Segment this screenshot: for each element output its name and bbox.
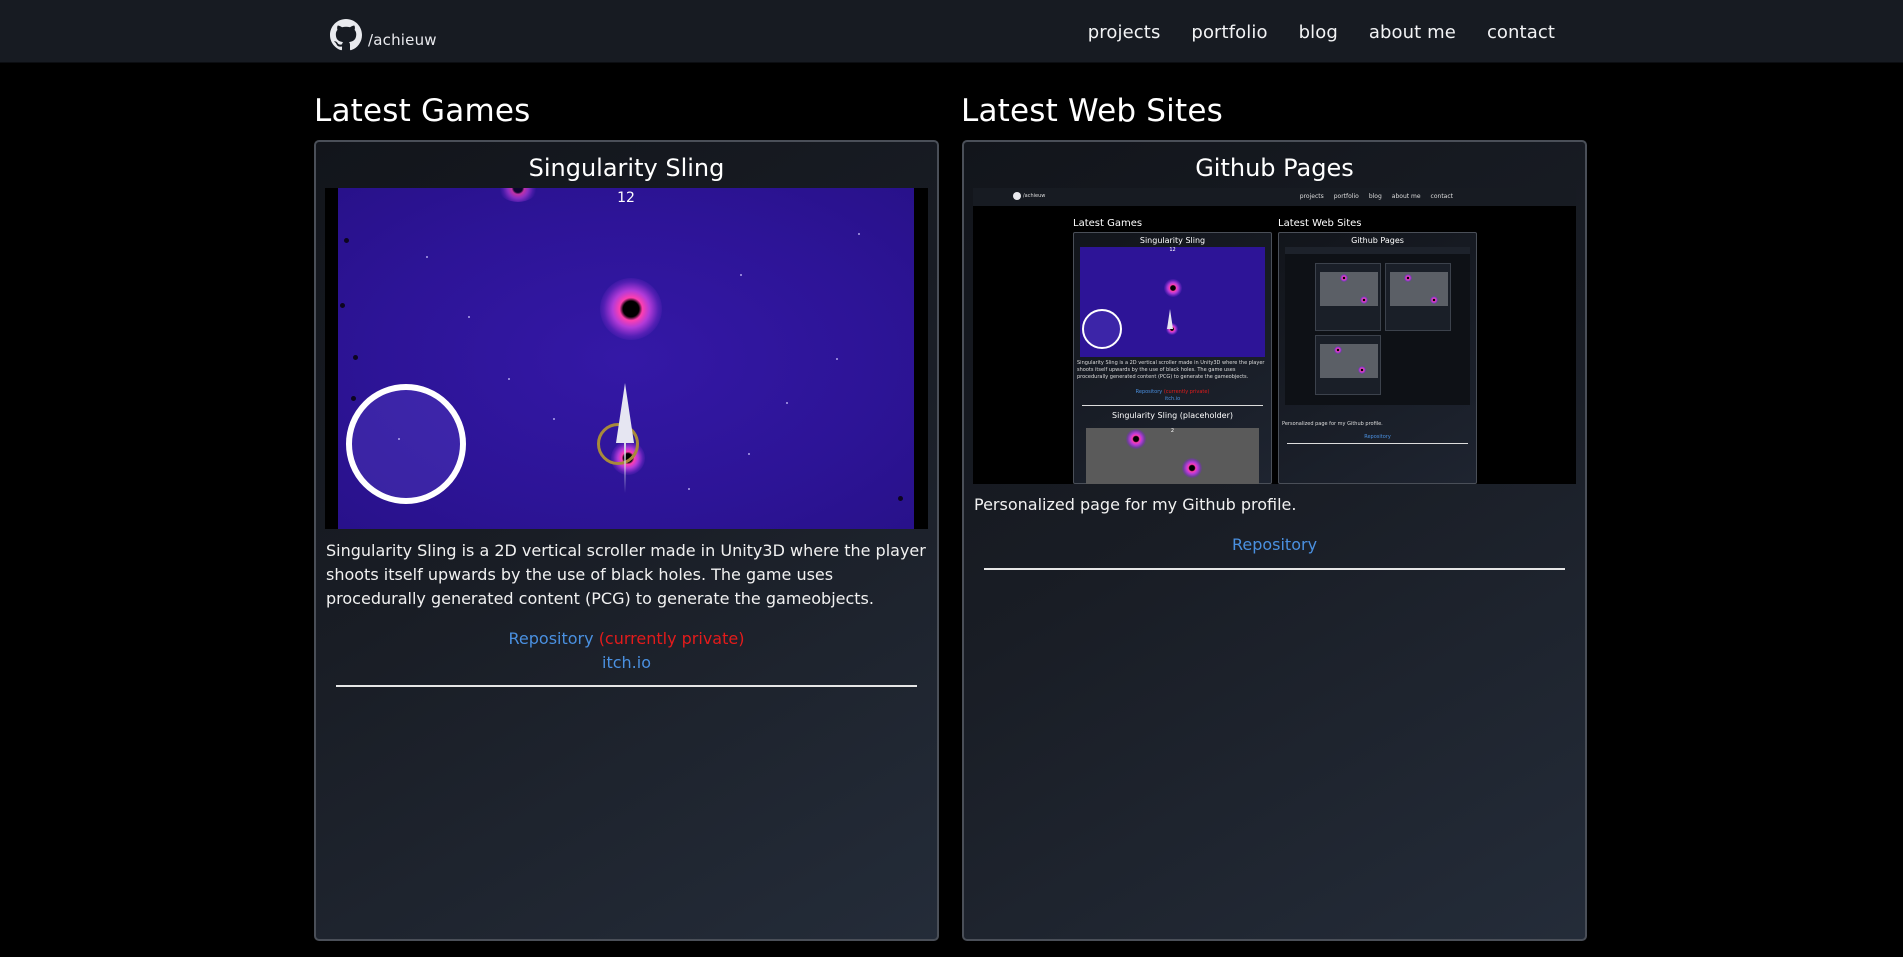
game-description: Singularity Sling is a 2D vertical scrol…	[326, 541, 926, 608]
nested-black-hole	[1340, 274, 1348, 282]
top-navbar: /achieuw projects portfolio blog about m…	[0, 0, 1903, 63]
game-card-title: Singularity Sling	[528, 154, 725, 182]
latest-games-heading: Latest Games	[314, 93, 531, 129]
star	[468, 316, 470, 318]
game-repository-link[interactable]: Repository	[509, 629, 594, 648]
nav-portfolio[interactable]: portfolio	[1191, 22, 1267, 43]
itch-io-link[interactable]: itch.io	[602, 653, 651, 672]
web-description: Personalized page for my Github profile.	[974, 495, 1297, 514]
preview-nav-item: contact	[1430, 193, 1453, 200]
ship-trail	[624, 443, 626, 493]
preview-github-icon	[1013, 192, 1021, 200]
nav-contact[interactable]: contact	[1487, 22, 1555, 43]
latest-web-sites-heading: Latest Web Sites	[961, 93, 1223, 129]
preview-private-note: (currently private)	[1163, 389, 1210, 395]
preview-nav-item: projects	[1299, 193, 1324, 200]
star	[688, 488, 690, 490]
game-score: 12	[617, 190, 635, 206]
preview-game-desc: Singularity Sling is a 2D vertical scrol…	[1077, 360, 1265, 380]
player-ship	[616, 383, 634, 443]
debris	[353, 355, 358, 360]
touch-joystick-ring	[346, 384, 466, 504]
preview-second-game-score: 2	[1170, 428, 1175, 434]
preview-nav-item: portfolio	[1333, 193, 1359, 200]
preview-ship	[1167, 309, 1173, 329]
github-profile-link[interactable]: /achieuw	[330, 17, 437, 51]
nested-black-hole	[1404, 274, 1412, 282]
preview-web-card-title: Github Pages	[1351, 236, 1404, 245]
debris	[344, 238, 349, 243]
preview-game-score: 12	[1169, 247, 1176, 253]
preview-game-card: Singularity Sling 12 Singularity Sling i…	[1073, 232, 1272, 484]
black-hole	[600, 278, 662, 340]
web-preview-image: /achieuw projects portfolio blog about m…	[973, 188, 1576, 484]
nav-blog[interactable]: blog	[1299, 22, 1338, 43]
preview-itch-link: itch.io	[1164, 396, 1181, 402]
preview-nav-item: about me	[1391, 193, 1421, 200]
preview-game-links: Repository (currently private)	[1074, 389, 1271, 395]
preview-second-game-title: Singularity Sling (placeholder)	[1111, 411, 1234, 420]
nested-second-image	[1320, 344, 1378, 378]
preview-nav-item: blog	[1368, 193, 1382, 200]
preview-brand: /achieuw	[1013, 192, 1045, 200]
game-preview-image: 12	[325, 188, 928, 529]
star	[553, 418, 555, 420]
star	[786, 402, 788, 404]
star	[858, 233, 860, 235]
private-note: (currently private)	[598, 629, 745, 648]
star	[508, 378, 510, 380]
web-links: Repository	[964, 533, 1585, 557]
preview-second-game-image: 2	[1086, 428, 1259, 484]
preview-web-repo: Repository	[1364, 434, 1391, 440]
nested-second-card	[1315, 335, 1381, 395]
preview-black-hole	[1182, 458, 1202, 478]
brand-label: /achieuw	[368, 31, 437, 49]
game-card-divider	[336, 685, 917, 687]
preview-repo-link: Repository	[1135, 389, 1163, 395]
nested-black-hole	[1358, 366, 1366, 374]
nested-navbar	[1285, 247, 1470, 254]
preview-web-heading: Latest Web Sites	[1278, 218, 1362, 229]
preview-web-divider	[1287, 443, 1468, 444]
nested-black-hole	[1334, 346, 1342, 354]
star	[426, 256, 428, 258]
web-repository-link[interactable]: Repository	[1232, 535, 1317, 554]
preview-nav-links: projects portfolio blog about me contact	[1300, 193, 1453, 200]
star	[398, 438, 400, 440]
star	[740, 274, 742, 276]
nested-black-hole	[1430, 296, 1438, 304]
web-card-divider	[984, 568, 1565, 570]
preview-web-card: Github Pages Personalized page for my Gi…	[1278, 232, 1477, 484]
game-card-singularity-sling: Singularity Sling 12 Singularity Sling i…	[314, 140, 939, 941]
preview-brand-label: /achieuw	[1023, 193, 1046, 199]
preview-web-desc: Personalized page for my Github profile.	[1282, 421, 1383, 427]
nested-game-image	[1320, 272, 1378, 306]
debris	[340, 303, 345, 308]
preview-touch-ring	[1082, 309, 1122, 349]
nested-web-image	[1390, 272, 1448, 306]
nested-web-card	[1385, 263, 1451, 331]
game-playfield: 12	[338, 188, 914, 529]
preview-black-hole	[1164, 279, 1182, 297]
preview-black-hole	[1126, 429, 1146, 449]
preview-game-image: 12	[1080, 247, 1265, 357]
game-links: Repository (currently private) itch.io	[316, 627, 937, 675]
debris	[351, 396, 356, 401]
nested-game-card	[1315, 263, 1381, 331]
star	[748, 453, 750, 455]
preview-divider	[1082, 405, 1263, 406]
preview-nested-site	[1285, 247, 1470, 405]
web-card-github-pages: Github Pages /achieuw projects portfolio…	[962, 140, 1587, 941]
nested-black-hole	[1360, 296, 1368, 304]
debris	[898, 496, 903, 501]
web-card-title: Github Pages	[1195, 154, 1354, 182]
nav-projects[interactable]: projects	[1088, 22, 1161, 43]
main-nav: projects portfolio blog about me contact	[1088, 22, 1555, 43]
github-icon	[330, 19, 362, 51]
preview-game-title: Singularity Sling	[1139, 236, 1206, 245]
nav-about-me[interactable]: about me	[1369, 22, 1456, 43]
star	[836, 358, 838, 360]
preview-games-heading: Latest Games	[1073, 218, 1143, 229]
preview-navbar: /achieuw projects portfolio blog about m…	[973, 188, 1576, 206]
